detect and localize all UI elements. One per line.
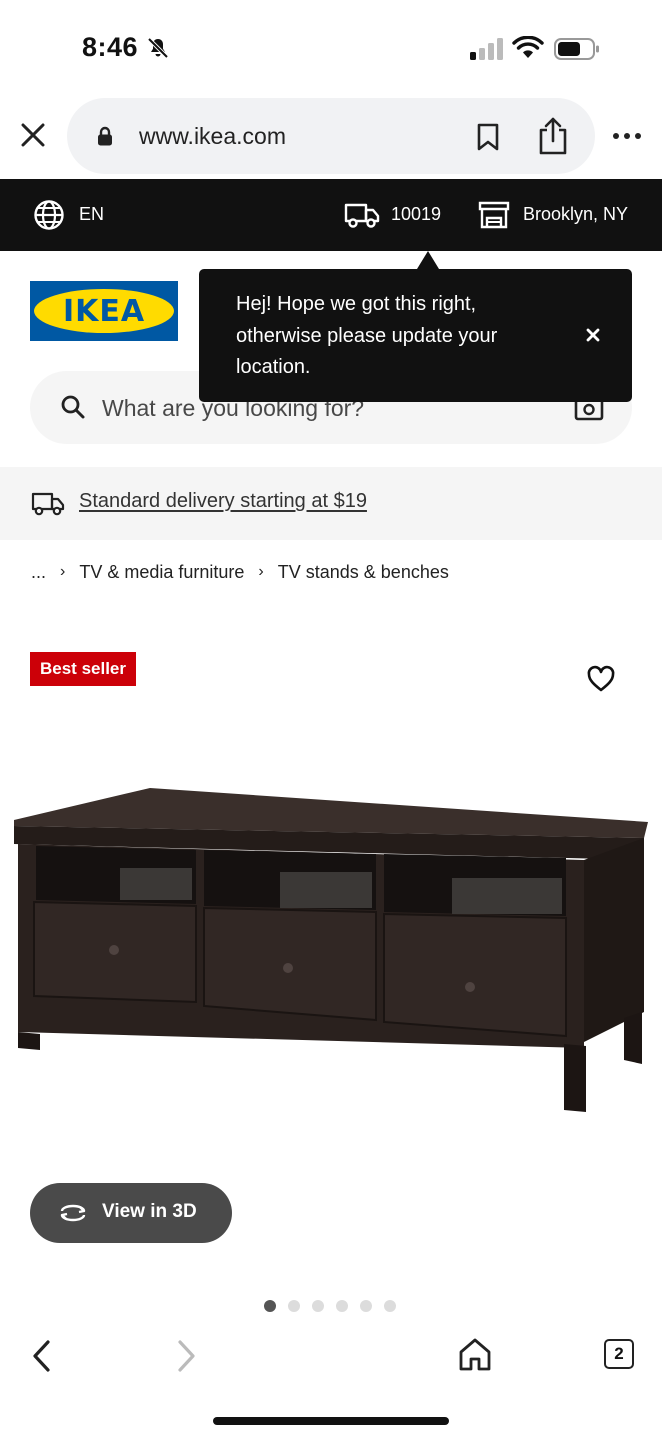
breadcrumb: ... › TV & media furniture › TV stands &… xyxy=(31,560,449,584)
share-icon[interactable] xyxy=(537,116,569,156)
location-tooltip: Hej! Hope we got this right, otherwise p… xyxy=(199,269,632,402)
home-icon[interactable] xyxy=(458,1336,492,1372)
carousel-dot[interactable] xyxy=(264,1300,276,1312)
forward-arrow-icon[interactable] xyxy=(174,1338,198,1374)
browser-toolbar: 2 xyxy=(0,1322,662,1440)
breadcrumb-ellipsis[interactable]: ... xyxy=(31,562,46,583)
breadcrumb-item-tv-stands[interactable]: TV stands & benches xyxy=(278,562,449,583)
tabs-count-button[interactable]: 2 xyxy=(604,1339,634,1369)
tooltip-close-icon[interactable] xyxy=(585,327,601,343)
logo-text: IKEA xyxy=(62,293,146,329)
delivery-zip[interactable]: 10019 xyxy=(391,204,441,225)
carousel-dot[interactable] xyxy=(336,1300,348,1312)
best-seller-badge: Best seller xyxy=(30,652,136,686)
tooltip-message: Hej! Hope we got this right, otherwise p… xyxy=(236,293,498,378)
url-field[interactable]: www.ikea.com xyxy=(67,98,595,174)
chevron-right-icon: › xyxy=(258,563,264,580)
close-icon[interactable] xyxy=(18,120,48,150)
chevron-right-icon: › xyxy=(60,563,66,580)
ikea-top-bar: EN 10019 Brooklyn, NY xyxy=(0,179,662,251)
view-in-3d-button[interactable]: View in 3D xyxy=(30,1183,232,1243)
carousel-dot[interactable] xyxy=(288,1300,300,1312)
globe-icon[interactable] xyxy=(33,199,65,231)
delivery-truck-icon[interactable] xyxy=(344,201,380,229)
delivery-banner: Standard delivery starting at $19 xyxy=(0,467,662,540)
bell-muted-icon xyxy=(147,37,169,59)
delivery-truck-icon xyxy=(31,492,65,516)
status-time: 8:46 xyxy=(82,32,139,62)
browser-address-bar: www.ikea.com xyxy=(0,96,662,180)
lock-icon xyxy=(98,126,112,146)
logo-oval: IKEA xyxy=(34,289,174,333)
carousel-dot[interactable] xyxy=(384,1300,396,1312)
search-icon xyxy=(61,395,85,419)
battery-icon xyxy=(554,38,599,60)
status-bar: 8:46 xyxy=(0,0,662,96)
rotate-3d-icon xyxy=(60,1204,86,1222)
store-icon[interactable] xyxy=(478,199,510,231)
wifi-icon xyxy=(512,36,544,58)
carousel-dot[interactable] xyxy=(360,1300,372,1312)
home-indicator xyxy=(213,1417,449,1425)
delivery-link[interactable]: Standard delivery starting at $19 xyxy=(79,490,367,513)
bookmark-icon[interactable] xyxy=(475,122,501,152)
url-text: www.ikea.com xyxy=(139,123,286,149)
store-name[interactable]: Brooklyn, NY xyxy=(523,204,628,225)
ikea-logo[interactable]: IKEA xyxy=(30,281,178,341)
tooltip-arrow xyxy=(417,251,439,269)
view-in-3d-label: View in 3D xyxy=(102,1201,197,1222)
image-carousel-dots xyxy=(264,1300,396,1312)
cellular-signal-icon xyxy=(470,38,503,60)
breadcrumb-item-tv-media[interactable]: TV & media furniture xyxy=(79,562,244,583)
more-options-icon[interactable] xyxy=(612,132,642,140)
carousel-dot[interactable] xyxy=(312,1300,324,1312)
language-selector[interactable]: EN xyxy=(79,204,104,225)
product-image-tv-bench[interactable] xyxy=(10,782,652,1122)
heart-icon[interactable] xyxy=(586,665,616,693)
back-arrow-icon[interactable] xyxy=(30,1338,54,1374)
